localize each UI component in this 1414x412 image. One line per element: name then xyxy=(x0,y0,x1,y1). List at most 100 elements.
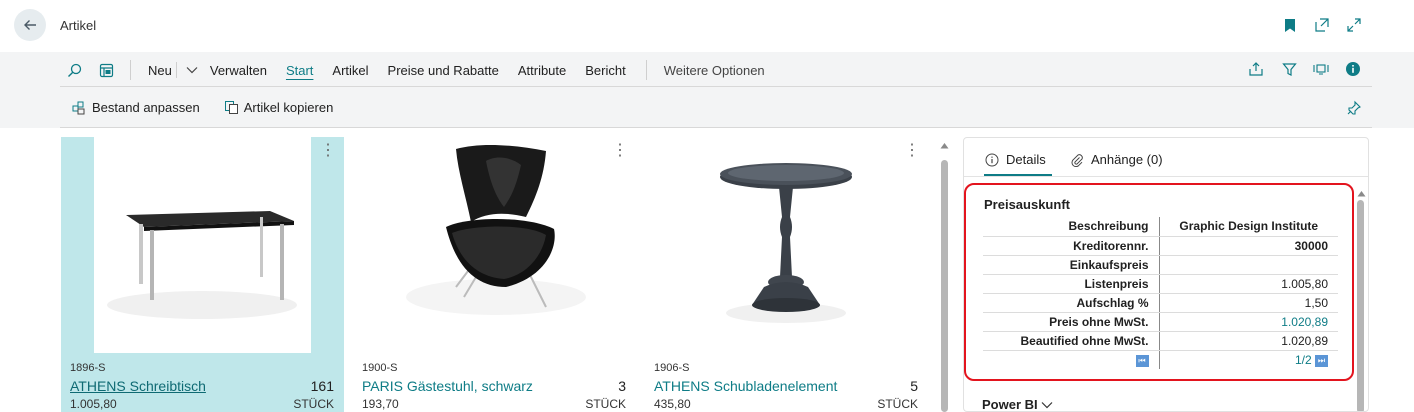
row-label: Beschreibung xyxy=(983,217,1160,237)
factbox-scrollbar-thumb[interactable] xyxy=(1357,200,1364,411)
info-icon[interactable] xyxy=(1343,59,1363,79)
row-value xyxy=(1159,255,1338,275)
table-row: Preis ohne MwSt. 1.020,89 xyxy=(983,312,1338,332)
row-label: Preis ohne MwSt. xyxy=(983,312,1160,332)
card-more-icon[interactable]: ⋮ xyxy=(904,143,920,165)
row-value: 30000 xyxy=(1159,236,1338,256)
card-more-icon[interactable]: ⋮ xyxy=(612,143,628,165)
tab-attachments[interactable]: Anhänge (0) xyxy=(1070,152,1163,167)
row-label: Aufschlag % xyxy=(983,293,1160,313)
first-page-icon[interactable]: ⏮ xyxy=(1135,354,1149,367)
tab-details[interactable]: Details xyxy=(985,152,1046,167)
item-card[interactable]: ⋮ 1900-S PARIS Gästestuhl, schwarz 3 193… xyxy=(353,137,636,412)
page-title: Artikel xyxy=(60,18,97,33)
row-value: 1.020,89 xyxy=(1159,331,1338,351)
item-price: 435,80 xyxy=(654,397,691,411)
item-unit: STÜCK xyxy=(585,397,626,411)
divider xyxy=(60,127,1372,128)
row-value: 1.005,80 xyxy=(1159,274,1338,294)
copy-item-button[interactable]: Artikel kopieren xyxy=(224,99,334,115)
item-inventory: 5 xyxy=(910,378,918,394)
more-options-button[interactable]: Weitere Optionen xyxy=(664,63,765,78)
separator xyxy=(645,60,647,80)
info-icon xyxy=(985,153,999,166)
divider xyxy=(964,176,1368,177)
bookmark-icon[interactable] xyxy=(1280,15,1300,35)
action-manage[interactable]: Verwalten xyxy=(210,63,267,78)
item-name-link[interactable]: ATHENS Schreibtisch xyxy=(70,378,206,394)
table-row: Einkaufspreis xyxy=(983,255,1338,275)
powerbi-section-toggle[interactable]: Power BI xyxy=(982,397,1053,412)
item-name-link[interactable]: ATHENS Schubladenelement xyxy=(654,378,837,394)
powerbi-label: Power BI xyxy=(982,397,1038,412)
item-card[interactable]: ⋮ 1906-S ATHENS Schubladenelement 5 435,… xyxy=(645,137,928,412)
chair-image xyxy=(386,137,603,353)
focus-mode-icon[interactable] xyxy=(1311,59,1331,79)
table-image xyxy=(678,137,895,353)
table-pager-row: ⏮ 1/2 ⏭ xyxy=(983,350,1338,369)
copy-item-label: Artikel kopieren xyxy=(243,99,334,115)
main-scrollbar-thumb[interactable] xyxy=(941,160,948,412)
row-value-link[interactable]: 1.020,89 xyxy=(1159,312,1338,332)
price-inquiry-section: Preisauskunft Beschreibung Graphic Desig… xyxy=(964,183,1354,381)
scroll-up-icon[interactable] xyxy=(940,137,949,149)
item-inventory: 3 xyxy=(618,378,626,394)
card-more-icon[interactable]: ⋮ xyxy=(320,143,336,165)
action-report[interactable]: Bericht xyxy=(585,63,625,78)
adjust-inventory-label: Bestand anpassen xyxy=(92,99,200,115)
item-card[interactable]: ⋮ 1896-S ATHENS Schreibtisch 161 1.005,8… xyxy=(61,137,344,412)
tab-attachments-label: Anhänge (0) xyxy=(1091,152,1163,167)
row-label: Einkaufspreis xyxy=(983,255,1160,275)
item-unit: STÜCK xyxy=(877,397,918,411)
action-new[interactable]: Neu xyxy=(148,63,172,78)
item-inventory: 161 xyxy=(310,378,334,394)
search-icon[interactable] xyxy=(64,60,84,80)
table-row: Listenpreis 1.005,80 xyxy=(983,274,1338,294)
layout-view-icon[interactable] xyxy=(96,60,116,80)
pager-text: 1/2 xyxy=(1294,352,1312,367)
row-label: Beautified ohne MwSt. xyxy=(983,331,1160,351)
action-prices-discounts[interactable]: Preise und Rabatte xyxy=(388,63,499,78)
table-row: Kreditorennr. 30000 xyxy=(983,236,1338,256)
sub-action-bar: Bestand anpassen Artikel kopieren xyxy=(72,95,357,119)
adjust-inventory-button[interactable]: Bestand anpassen xyxy=(72,100,200,115)
item-price: 193,70 xyxy=(362,397,399,411)
table-row: Aufschlag % 1,50 xyxy=(983,293,1338,313)
action-attributes[interactable]: Attribute xyxy=(518,63,566,78)
chevron-down-icon[interactable] xyxy=(182,60,202,80)
row-value: 1,50 xyxy=(1159,293,1338,313)
row-label: Kreditorennr. xyxy=(983,236,1160,256)
divider xyxy=(60,86,1372,87)
last-page-icon[interactable]: ⏭ xyxy=(1315,354,1328,367)
tab-details-label: Details xyxy=(1006,152,1046,167)
item-unit: STÜCK xyxy=(293,397,334,411)
factbox-pane: Details Anhänge (0) Preisauskunft Beschr… xyxy=(963,137,1369,412)
filter-icon[interactable] xyxy=(1279,59,1299,79)
item-price: 1.005,80 xyxy=(70,397,117,411)
item-name-link[interactable]: PARIS Gästestuhl, schwarz xyxy=(362,378,533,394)
price-table: Beschreibung Graphic Design Institute Kr… xyxy=(983,217,1338,369)
desk-image xyxy=(94,137,311,353)
share-icon[interactable] xyxy=(1246,59,1266,79)
row-value: Graphic Design Institute xyxy=(1159,217,1338,237)
open-new-window-icon[interactable] xyxy=(1312,15,1332,35)
row-label: Listenpreis xyxy=(983,274,1160,294)
action-item[interactable]: Artikel xyxy=(332,63,368,78)
pin-icon[interactable] xyxy=(1344,98,1364,118)
scroll-up-icon[interactable] xyxy=(1357,185,1366,200)
back-button[interactable] xyxy=(14,9,46,41)
item-number: 1906-S xyxy=(654,362,690,374)
table-row: Beschreibung Graphic Design Institute xyxy=(983,217,1338,237)
item-number: 1900-S xyxy=(362,362,398,374)
adjust-inventory-icon xyxy=(72,101,85,114)
table-row: Beautified ohne MwSt. 1.020,89 xyxy=(983,331,1338,351)
chevron-down-icon xyxy=(1041,401,1053,408)
expand-icon[interactable] xyxy=(1344,15,1364,35)
section-title: Preisauskunft xyxy=(984,197,1070,212)
action-bar: Neu Verwalten Start Artikel Preise und R… xyxy=(60,56,1372,84)
arrow-left-icon xyxy=(24,20,36,30)
item-number: 1896-S xyxy=(70,362,106,374)
paperclip-icon xyxy=(1071,153,1083,167)
tab-start[interactable]: Start xyxy=(286,63,313,78)
separator xyxy=(175,62,177,78)
